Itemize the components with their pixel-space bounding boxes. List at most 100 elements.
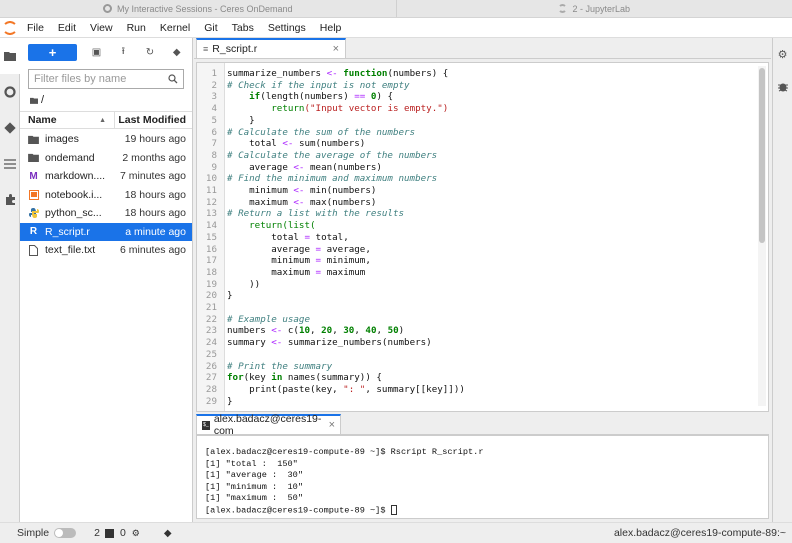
new-folder-icon[interactable]: ▣ (89, 47, 104, 58)
editor-scrollbar-thumb[interactable] (759, 68, 765, 243)
tab-terminal[interactable]: $_ alex.badacz@ceres19-com × (196, 413, 341, 437)
file-list-header: Name ▲ Last Modified (20, 111, 192, 129)
upload-icon[interactable]: ⭱ (116, 44, 131, 61)
code-text: # Example usage (227, 313, 310, 325)
tab-r-script[interactable]: ≡ R_script.r × (196, 38, 346, 58)
menu-edit[interactable]: Edit (51, 22, 83, 34)
file-browser-tab[interactable] (0, 38, 20, 74)
line-number: 8 (211, 149, 217, 161)
terminal-line: [1] "minimum : 10" (205, 481, 303, 492)
status-bar: Simple 2 0 ⚙ ◆ alex.badacz@ceres19-compu… (0, 522, 792, 543)
file-row-text-file[interactable]: text_file.txt 6 minutes ago (20, 241, 192, 260)
text-editor-icon: ≡ (203, 44, 209, 54)
line-number: 13 (205, 208, 217, 220)
toc-icon (4, 159, 16, 169)
line-number: 21 (205, 302, 217, 314)
code-line: 9 average <- mean(numbers) (197, 162, 465, 174)
folder-icon (28, 135, 39, 144)
line-number: 10 (205, 173, 217, 185)
line-number: 7 (211, 138, 217, 150)
terminal-line: [1] "maximum : 50" (205, 493, 303, 503)
git-status-icon[interactable]: ◆ (164, 528, 172, 539)
column-header-last-modified[interactable]: Last Modified (115, 114, 192, 126)
code-line: 29} (197, 396, 465, 408)
code-editor[interactable]: 1 summarize_numbers <- function(numbers) … (196, 62, 769, 412)
close-icon[interactable]: × (329, 419, 335, 431)
code-text: # Find the minimum and maximum numbers (227, 173, 438, 185)
code-line: 18 maximum = maximum (197, 267, 465, 279)
running-sessions-tab[interactable] (0, 74, 20, 110)
menu-run[interactable]: Run (120, 22, 153, 34)
terminal-cursor (390, 504, 397, 515)
code-line: 13 # Return a list with the results (197, 208, 465, 220)
menu-kernel[interactable]: Kernel (153, 22, 197, 34)
code-text: # Check if the input is not empty (227, 79, 410, 91)
line-number: 29 (205, 395, 217, 407)
line-number: 24 (205, 337, 217, 349)
python-icon (28, 208, 39, 219)
left-sidebar-tabs (0, 38, 20, 522)
menu-tabs[interactable]: Tabs (225, 22, 261, 34)
code-line: 5 } (197, 115, 465, 127)
menu-help[interactable]: Help (313, 22, 349, 34)
code-text: # Print the summary (227, 360, 333, 372)
sort-ascending-icon: ▲ (99, 116, 106, 124)
refresh-icon[interactable]: ↻ (143, 47, 158, 58)
file-row-notebook[interactable]: notebook.i... 18 hours ago (20, 186, 192, 205)
file-row-r-script[interactable]: R R_script.r a minute ago (20, 222, 192, 241)
code-text: for(key in names(summary)) { (227, 372, 382, 384)
line-number: 5 (211, 114, 217, 126)
code-text: } (227, 114, 255, 126)
git-tab[interactable] (0, 110, 20, 146)
file-row-markdown[interactable]: Mmarkdown.... 7 minutes ago (20, 167, 192, 186)
browser-tab-ondemand[interactable]: My Interactive Sessions - Ceres OnDemand (0, 0, 397, 17)
line-number: 3 (211, 91, 217, 103)
column-header-name[interactable]: Name ▲ (20, 112, 115, 128)
breadcrumb-root[interactable]: / (41, 94, 44, 106)
line-number: 14 (205, 220, 217, 232)
code-line: 19 )) (197, 279, 465, 291)
terminal-output[interactable]: [alex.badacz@ceres19-compute-89 ~]$ Rscr… (196, 435, 769, 519)
kernels-count[interactable]: 0 (120, 527, 126, 539)
code-line: 4 return("Input vector is empty.") (197, 103, 465, 115)
filter-files-field[interactable] (28, 69, 184, 89)
debugger-icon[interactable] (773, 70, 792, 102)
code-text: total = total, (227, 231, 349, 243)
folder-icon[interactable] (30, 97, 38, 104)
menu-git[interactable]: Git (197, 22, 224, 34)
file-row-images[interactable]: images 19 hours ago (20, 130, 192, 149)
tab-label: alex.badacz@ceres19-com (213, 413, 322, 437)
filter-files-input[interactable] (34, 73, 164, 85)
file-row-ondemand[interactable]: ondemand 2 months ago (20, 149, 192, 168)
kernel-icon: ⚙ (131, 527, 140, 538)
extension-manager-tab[interactable] (0, 182, 20, 218)
file-browser: + ▣ ⭱ ↻ ◆ / Name▲ Last Modified images 1… (20, 38, 193, 522)
property-inspector-icon[interactable]: ⚙ (773, 38, 792, 70)
code-line: 8 # Calculate the average of the numbers (197, 150, 465, 162)
menu-settings[interactable]: Settings (261, 22, 313, 34)
code-line: 15 total = total, (197, 232, 465, 244)
code-text: )) (227, 278, 261, 290)
line-number: 1 (211, 68, 217, 79)
new-launcher-button[interactable]: + (28, 43, 78, 61)
code-text: summary <- summarize_numbers(numbers) (227, 337, 432, 349)
menu-view[interactable]: View (83, 22, 120, 34)
code-lines: 1 summarize_numbers <- function(numbers) … (197, 68, 465, 407)
terminals-count[interactable]: 2 (94, 527, 100, 539)
line-number: 18 (205, 266, 217, 278)
table-of-contents-tab[interactable] (0, 146, 20, 182)
close-icon[interactable]: × (333, 43, 339, 55)
code-line: 2 # Check if the input is not empty (197, 80, 465, 92)
file-row-python[interactable]: python_sc... 18 hours ago (20, 204, 192, 223)
code-line: 12 maximum <- max(numbers) (197, 197, 465, 209)
browser-tab-jupyterlab[interactable]: 2 - JupyterLab (397, 0, 792, 17)
code-line: 14 return(list( (197, 220, 465, 232)
code-text: if(length(numbers) == 0) { (249, 91, 394, 103)
line-number: 19 (205, 278, 217, 290)
menu-file[interactable]: File (20, 22, 51, 34)
git-clone-icon[interactable]: ◆ (169, 47, 184, 58)
simple-mode-toggle[interactable] (54, 528, 77, 538)
line-number: 16 (205, 243, 217, 255)
code-text: average = average, (227, 243, 371, 255)
jupyter-logo-icon (0, 18, 20, 38)
